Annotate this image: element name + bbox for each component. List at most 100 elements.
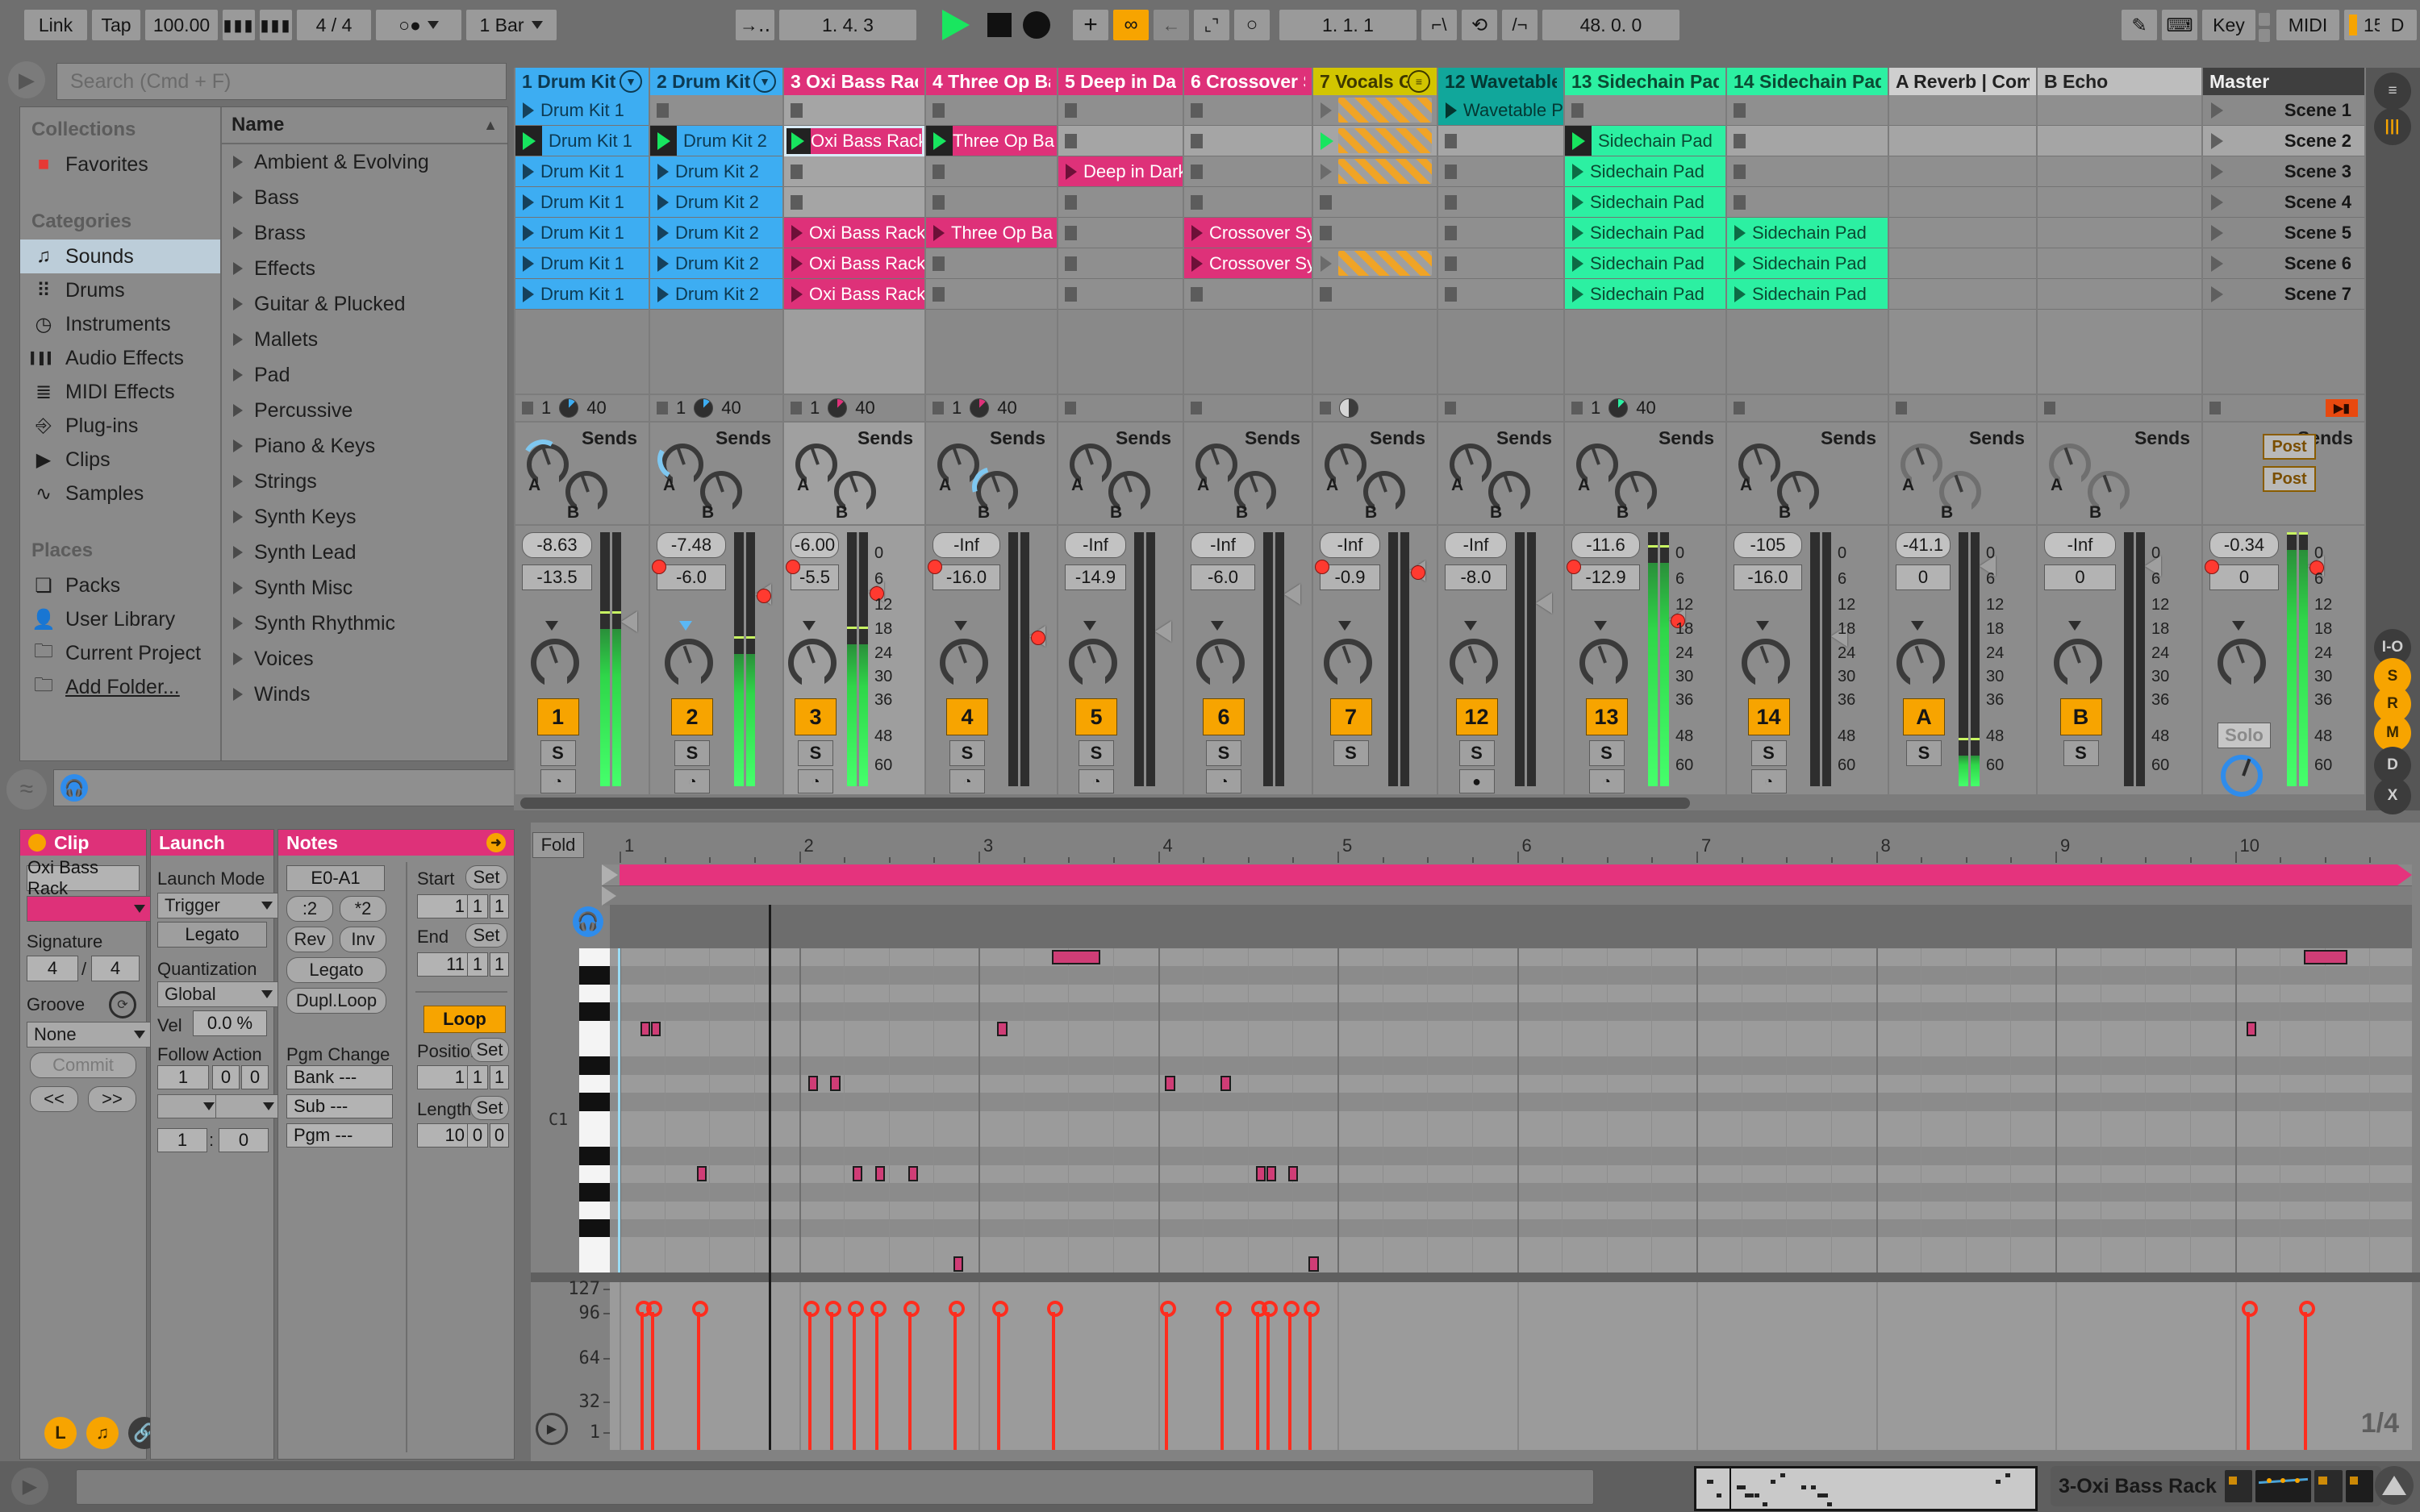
clip-stop-button[interactable] xyxy=(1445,194,1457,210)
piano-key-F1[interactable] xyxy=(579,1020,610,1039)
piano-key-C1[interactable] xyxy=(579,1110,610,1130)
clip-stop-button[interactable] xyxy=(1191,133,1203,148)
loop-button[interactable]: Loop xyxy=(424,1006,506,1033)
clip-stop-button[interactable] xyxy=(1445,133,1457,148)
follow-time-six-field[interactable]: 0 xyxy=(241,1065,269,1089)
clip-slot[interactable]: Crossover Sy xyxy=(1184,218,1312,248)
clip-slot[interactable] xyxy=(926,156,1057,187)
piano-key-G0[interactable] xyxy=(579,1201,610,1220)
clip-play-button[interactable] xyxy=(515,126,542,156)
midi-note[interactable] xyxy=(650,1022,661,1037)
peak-level-field[interactable]: -8.63 xyxy=(522,532,592,558)
scene-1[interactable]: Scene 1 xyxy=(2203,95,2364,126)
clip-play-button[interactable] xyxy=(784,126,811,156)
track-activator-button[interactable]: 3 xyxy=(795,698,837,735)
list-item[interactable]: Effects xyxy=(222,251,507,286)
expand-triangle-icon[interactable] xyxy=(233,652,243,665)
draw-mode-button[interactable]: ✎ xyxy=(2122,10,2157,40)
list-item[interactable]: Synth Rhythmic xyxy=(222,606,507,641)
clip-slot[interactable] xyxy=(2038,156,2201,187)
clip-slot[interactable] xyxy=(1889,187,2036,218)
volume-fader-handle[interactable] xyxy=(1155,620,1171,642)
clip-slot[interactable]: Sidechain Pad xyxy=(1565,218,1725,248)
midi-note[interactable] xyxy=(807,1076,818,1091)
position-six-field[interactable]: 1 xyxy=(490,1065,509,1089)
clip-play-button[interactable] xyxy=(1734,255,1746,272)
volume-field[interactable]: -13.5 xyxy=(522,564,592,590)
clip-slot[interactable] xyxy=(1889,248,2036,279)
metronome-button[interactable]: ○● xyxy=(376,10,461,40)
expand-triangle-icon[interactable] xyxy=(233,191,243,204)
list-item[interactable]: Winds xyxy=(222,677,507,712)
peak-level-field[interactable]: -7.48 xyxy=(657,532,726,558)
sidebar-item-samples[interactable]: ∿ Samples xyxy=(20,477,220,510)
clip-slot[interactable] xyxy=(1727,187,1888,218)
expand-triangle-icon[interactable] xyxy=(233,546,243,559)
name-column-header[interactable]: Name ▲ xyxy=(222,107,507,144)
pan-knob[interactable] xyxy=(1896,639,1945,689)
midi-note[interactable] xyxy=(1165,1076,1175,1091)
groove-refresh-icon[interactable]: ⟳ xyxy=(109,991,136,1018)
piano-key-D#1[interactable] xyxy=(579,1056,610,1076)
start-set-button[interactable]: Set xyxy=(465,865,507,889)
program-field[interactable]: Pgm --- xyxy=(286,1123,393,1148)
clip-stop-button[interactable] xyxy=(1191,102,1203,118)
clip-stop-button[interactable] xyxy=(933,194,945,210)
clip-stop-button[interactable] xyxy=(933,164,945,179)
clip-slot[interactable]: Oxi Bass Rack xyxy=(784,248,924,279)
track-header[interactable]: 14 Sidechain Pad xyxy=(1727,68,1888,95)
velocity-stem[interactable] xyxy=(992,1301,1009,1450)
time-signature-field[interactable]: 4 / 4 xyxy=(297,10,371,40)
arm-button[interactable]: ◔ xyxy=(798,769,833,793)
track-menu-icon[interactable]: ▼ xyxy=(753,70,776,93)
device-thumbnail[interactable] xyxy=(2345,1470,2373,1502)
midi-note[interactable] xyxy=(997,1022,1008,1037)
clip-play-button[interactable] xyxy=(657,224,669,241)
clip-slot[interactable]: Drum Kit 2 xyxy=(650,248,782,279)
preview-headphone-icon[interactable]: 🎧 xyxy=(573,906,603,937)
link-button[interactable]: Link xyxy=(24,10,87,40)
clip-stop-button[interactable] xyxy=(1065,133,1077,148)
clip-stop-button[interactable] xyxy=(1191,286,1203,302)
legato-button[interactable]: Legato xyxy=(157,922,267,948)
piano-key-B0[interactable] xyxy=(579,1129,610,1148)
length-beats-field[interactable]: 0 xyxy=(467,1123,488,1148)
back-to-arrangement-button[interactable]: ← xyxy=(1154,10,1189,40)
midi-note[interactable] xyxy=(875,1166,886,1181)
list-item[interactable]: Synth Misc xyxy=(222,570,507,606)
clip-play-button[interactable] xyxy=(791,224,803,241)
clip-slot[interactable] xyxy=(784,156,924,187)
piano-key-F#0[interactable] xyxy=(579,1219,610,1239)
clip-slot[interactable] xyxy=(1184,187,1312,218)
clip-slot[interactable]: Sidechain Pad xyxy=(1565,279,1725,310)
piano-key-G#1[interactable] xyxy=(579,966,610,985)
clip-slot[interactable] xyxy=(1058,95,1183,126)
clip-play-button[interactable] xyxy=(1191,224,1203,241)
pan-knob[interactable] xyxy=(665,639,713,689)
arm-button[interactable]: ◔ xyxy=(674,769,710,793)
horizontal-scrollbar[interactable] xyxy=(520,798,1690,809)
clip-slot[interactable] xyxy=(1313,126,1437,156)
device-thumbnail[interactable] xyxy=(2224,1470,2253,1502)
clip-slot[interactable] xyxy=(1727,126,1888,156)
list-item[interactable]: Ambient & Evolving xyxy=(222,144,507,180)
expand-triangle-icon[interactable] xyxy=(233,227,243,240)
pan-knob[interactable] xyxy=(1741,639,1790,689)
launch-mode-chooser[interactable]: Trigger xyxy=(157,893,280,918)
scene-2[interactable]: Scene 2 xyxy=(2203,126,2364,156)
clip-slot[interactable]: Sidechain Pad xyxy=(1727,279,1888,310)
volume-field[interactable]: -6.0 xyxy=(1191,564,1255,590)
crossfade-section-toggle[interactable]: X xyxy=(2374,777,2411,814)
solo-button[interactable]: S xyxy=(1458,740,1495,766)
velocity-stem[interactable] xyxy=(825,1301,842,1450)
expand-triangle-icon[interactable] xyxy=(233,156,243,169)
clip-slot[interactable]: Drum Kit 2 xyxy=(650,279,782,310)
piano-key-A0[interactable] xyxy=(579,1164,610,1185)
clip-stop-button[interactable] xyxy=(1191,194,1203,210)
volume-field[interactable]: -16.0 xyxy=(1734,564,1802,590)
midi-note[interactable] xyxy=(908,1166,919,1181)
sidebar-item-clips[interactable]: ▶ Clips xyxy=(20,443,220,477)
expand-triangle-icon[interactable] xyxy=(233,262,243,275)
scene-play-icon[interactable] xyxy=(2211,255,2223,272)
clip-slot[interactable] xyxy=(1889,218,2036,248)
